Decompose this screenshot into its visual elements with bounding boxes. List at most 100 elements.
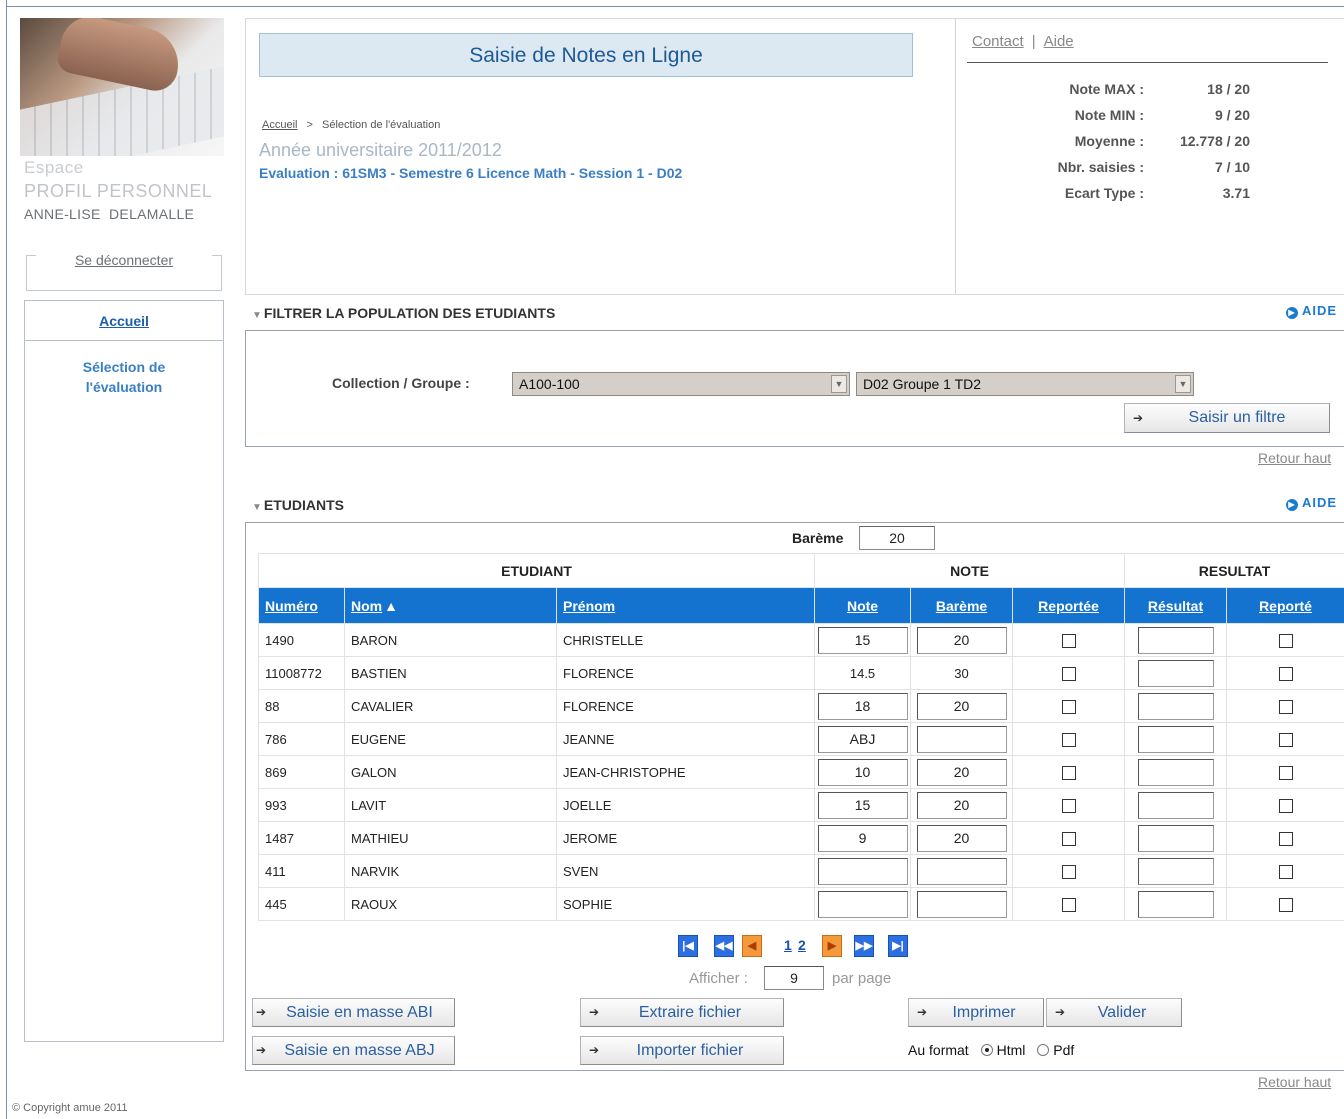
cell-prenom: SVEN <box>555 854 816 888</box>
saisie-masse-abj-button[interactable]: ➔ Saisie en masse ABJ <box>252 1036 455 1065</box>
resultat-input[interactable] <box>1137 758 1214 786</box>
students-aide-link[interactable]: ▶ AIDE <box>1286 495 1337 511</box>
rows-per-page-input[interactable]: 9 <box>764 966 824 990</box>
collection-select[interactable]: A100-100 ▼ <box>512 372 850 396</box>
cell-prenom: JEROME <box>555 821 816 855</box>
first-page-icon[interactable]: |◀ <box>678 935 698 957</box>
cell-resultat <box>1124 788 1228 822</box>
cell-prenom: JEAN-CHRISTOPHE <box>555 755 816 789</box>
cell-prenom: FLORENCE <box>555 656 816 690</box>
espace-label: Espace <box>24 158 84 177</box>
cell-bareme: 20 <box>910 689 1014 723</box>
reporte-checkbox[interactable] <box>1278 798 1293 813</box>
reporte-checkbox[interactable] <box>1278 897 1293 912</box>
filter-aide-link[interactable]: ▶ AIDE <box>1286 303 1337 319</box>
bareme-row-input[interactable]: 20 <box>916 824 1007 852</box>
reporte-checkbox[interactable] <box>1278 732 1293 747</box>
retour-haut-link-2[interactable]: Retour haut <box>1258 1074 1331 1090</box>
note-input[interactable]: ABJ <box>817 725 908 753</box>
resultat-input[interactable] <box>1137 725 1214 753</box>
reportee-checkbox[interactable] <box>1061 666 1076 681</box>
reporte-checkbox[interactable] <box>1278 765 1293 780</box>
logout-link[interactable]: Se déconnecter <box>26 252 222 268</box>
group-note: NOTE <box>814 553 1126 588</box>
reportee-checkbox[interactable] <box>1061 798 1076 813</box>
bareme-input[interactable]: 20 <box>859 526 935 550</box>
reportee-checkbox[interactable] <box>1061 897 1076 912</box>
reportee-checkbox[interactable] <box>1061 831 1076 846</box>
nav-selection-link[interactable]: Sélection de l'évaluation <box>25 357 223 397</box>
saisir-filtre-button[interactable]: ➔ Saisir un filtre <box>1124 403 1330 433</box>
reporte-checkbox[interactable] <box>1278 666 1293 681</box>
retour-haut-link-1[interactable]: Retour haut <box>1258 450 1331 466</box>
resultat-input[interactable] <box>1137 857 1214 885</box>
col-note[interactable]: Note <box>814 587 912 624</box>
last-page-icon[interactable]: ▶| <box>888 935 908 957</box>
note-input[interactable]: 10 <box>817 758 908 786</box>
resultat-input[interactable] <box>1137 692 1214 720</box>
format-html-radio[interactable] <box>980 1044 993 1056</box>
col-reportee[interactable]: Reportée <box>1012 587 1126 624</box>
cell-nom: RAOUX <box>344 887 557 921</box>
next-page-icon[interactable]: ▶ <box>822 935 842 957</box>
reportee-checkbox[interactable] <box>1061 633 1076 648</box>
format-pdf-radio[interactable] <box>1037 1044 1050 1056</box>
note-input[interactable]: 9 <box>817 824 908 852</box>
breadcrumb-home-link[interactable]: Accueil <box>262 119 297 131</box>
reporte-checkbox[interactable] <box>1278 699 1293 714</box>
importer-fichier-button[interactable]: ➔ Importer fichier <box>580 1036 784 1065</box>
resultat-input[interactable] <box>1137 791 1214 819</box>
saisie-masse-abi-button[interactable]: ➔ Saisie en masse ABI <box>252 998 455 1027</box>
valider-button[interactable]: ➔ Valider <box>1046 998 1182 1027</box>
nav-home-link[interactable]: Accueil <box>25 301 223 341</box>
bareme-row-input[interactable]: 20 <box>916 758 1007 786</box>
extraire-fichier-button[interactable]: ➔ Extraire fichier <box>580 998 784 1027</box>
groupe-select[interactable]: D02 Groupe 1 TD2 ▼ <box>856 372 1194 396</box>
page-2-link[interactable]: 2 <box>798 937 806 953</box>
col-resultat[interactable]: Résultat <box>1124 587 1228 624</box>
imprimer-button[interactable]: ➔ Imprimer <box>908 998 1044 1027</box>
next-block-icon[interactable]: ▶▶ <box>854 935 874 957</box>
prev-page-icon[interactable]: ◀ <box>742 935 762 957</box>
note-input[interactable]: 15 <box>817 791 908 819</box>
col-nom[interactable]: Nom ▲ <box>344 587 557 624</box>
page-1-link[interactable]: 1 <box>784 937 792 953</box>
reporte-checkbox[interactable] <box>1278 831 1293 846</box>
aide-link[interactable]: Aide <box>1044 33 1074 50</box>
bareme-row-input[interactable]: 20 <box>916 791 1007 819</box>
contact-link[interactable]: Contact <box>972 33 1024 50</box>
reportee-checkbox[interactable] <box>1061 699 1076 714</box>
resultat-input[interactable] <box>1137 824 1214 852</box>
bareme-row-input[interactable] <box>916 725 1007 753</box>
resultat-input[interactable] <box>1137 659 1214 687</box>
note-input[interactable]: 18 <box>817 692 908 720</box>
table-body: 1490 BARON CHRISTELLE 15 20 11008772 BASTIEN FL… <box>258 623 1344 921</box>
table-group-header: ETUDIANT NOTE RESULTAT <box>257 553 1344 588</box>
students-section-toggle[interactable]: ▼ ETUDIANTS <box>252 497 344 513</box>
note-input[interactable]: 15 <box>817 626 908 654</box>
reportee-checkbox[interactable] <box>1061 732 1076 747</box>
reporte-checkbox[interactable] <box>1278 864 1293 879</box>
bareme-row-input[interactable]: 20 <box>916 692 1007 720</box>
col-reporte[interactable]: Reporté <box>1226 587 1344 624</box>
note-input[interactable] <box>817 890 908 918</box>
bareme-row-input[interactable]: 20 <box>916 626 1007 654</box>
col-prenom[interactable]: Prénom <box>555 587 816 624</box>
reporte-checkbox[interactable] <box>1278 633 1293 648</box>
table-row: 786 EUGENE JEANNE ABJ <box>258 722 1344 756</box>
cell-reporte <box>1226 887 1344 921</box>
col-bareme[interactable]: Barème <box>910 587 1014 624</box>
note-input[interactable] <box>817 857 908 885</box>
col-numero[interactable]: Numéro <box>258 587 345 624</box>
bareme-row-input[interactable] <box>916 857 1007 885</box>
arrow-right-icon: ➔ <box>1133 411 1144 425</box>
resultat-input[interactable] <box>1137 626 1214 654</box>
evaluation-title: Evaluation : 61SM3 - Semestre 6 Licence … <box>259 165 683 181</box>
prev-block-icon[interactable]: ◀◀ <box>714 935 734 957</box>
reportee-checkbox[interactable] <box>1061 765 1076 780</box>
stat-mean-value: 12.778 / 20 <box>1179 133 1250 149</box>
bareme-row-input[interactable] <box>916 890 1007 918</box>
filter-section-toggle[interactable]: ▼ FILTRER LA POPULATION DES ETUDIANTS <box>252 305 555 321</box>
resultat-input[interactable] <box>1137 890 1214 918</box>
reportee-checkbox[interactable] <box>1061 864 1076 879</box>
